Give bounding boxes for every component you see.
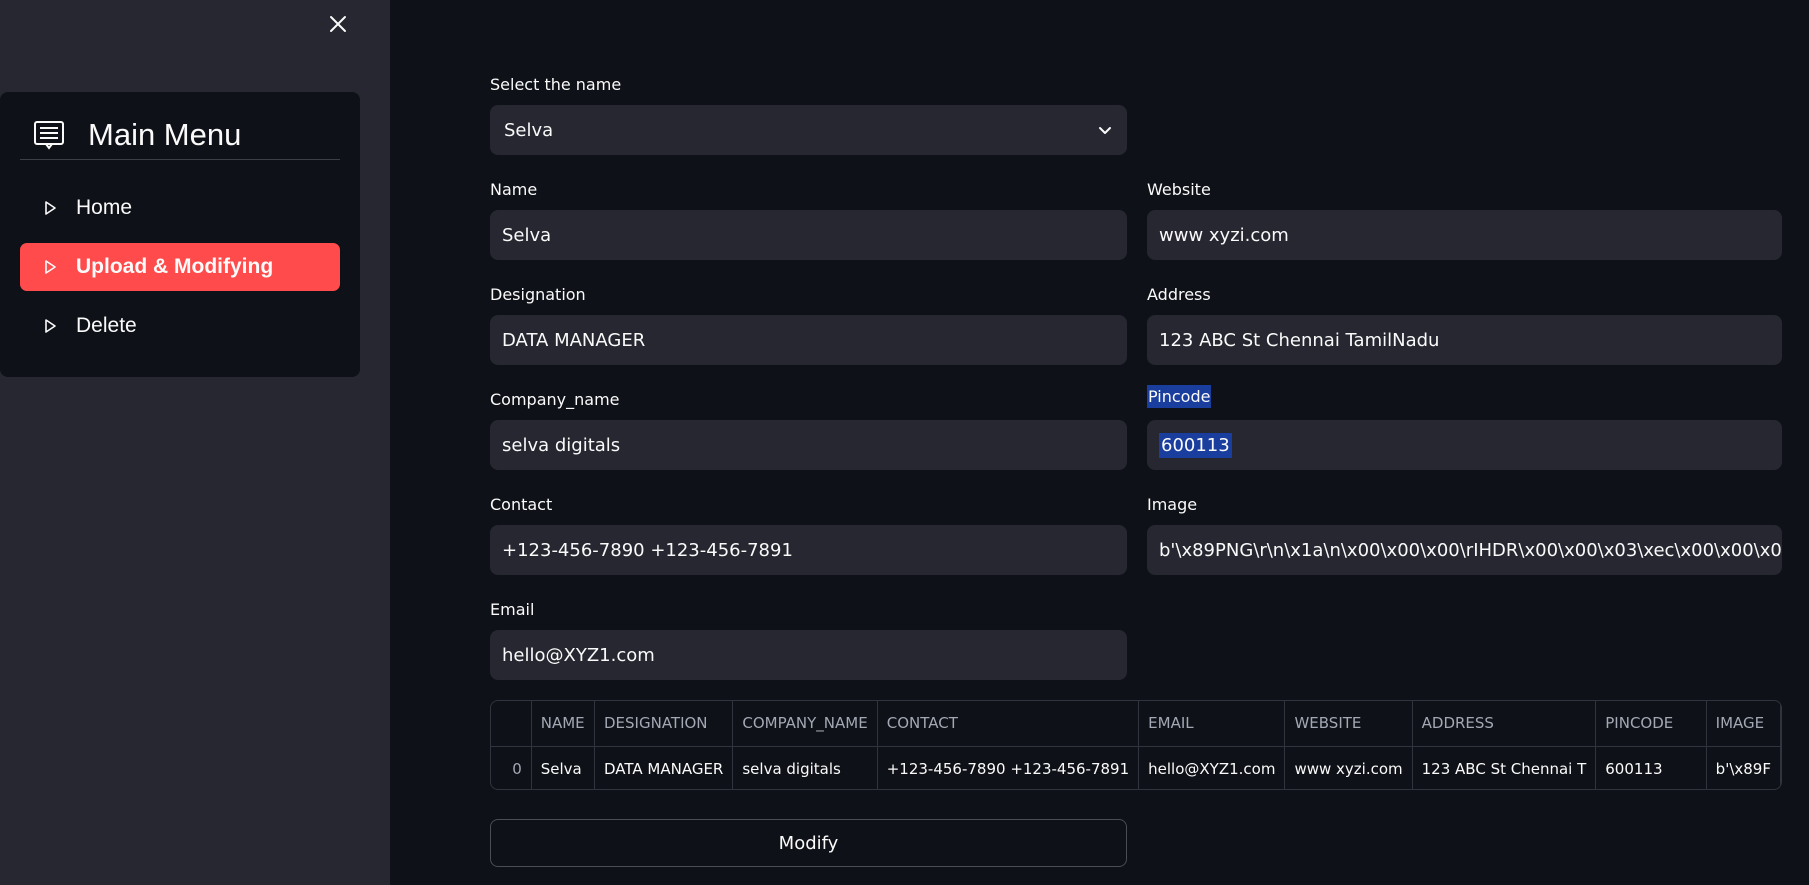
pincode-label-text: Pincode — [1147, 385, 1212, 408]
option-menu: Main Menu Home Upload & Modifying Delete — [0, 92, 360, 377]
data-table[interactable]: NAME DESIGNATION COMPANY_NAME CONTACT EM… — [490, 700, 1782, 790]
table-cell-index[interactable]: 0 — [491, 746, 532, 789]
table-cell[interactable]: Selva — [531, 746, 596, 789]
sidebar-item-label: Delete — [76, 314, 137, 337]
column-header[interactable] — [491, 701, 532, 747]
table-cell[interactable]: www xyzi.com — [1284, 746, 1413, 789]
column-header[interactable]: EMAIL — [1138, 701, 1286, 747]
designation-field[interactable]: DATA MANAGER — [490, 315, 1127, 365]
column-header[interactable]: PINCODE — [1595, 701, 1707, 747]
table-cell[interactable]: hello@XYZ1.com — [1138, 746, 1286, 789]
chevron-down-icon — [1099, 127, 1111, 134]
menu-title: Main Menu — [88, 116, 242, 152]
select-name-dropdown[interactable]: Selva — [490, 105, 1127, 155]
select-name-label: Select the name — [490, 75, 622, 94]
address-label: Address — [1147, 285, 1211, 304]
table-cell[interactable]: 123 ABC St Chennai T — [1412, 746, 1597, 789]
contact-label: Contact — [490, 495, 553, 514]
column-header[interactable]: DESIGNATION — [594, 701, 734, 747]
select-name-value: Selva — [504, 119, 554, 141]
play-icon — [45, 201, 56, 215]
sidebar-item-label: Upload & Modifying — [76, 255, 274, 278]
pincode-field[interactable]: 600113 — [1147, 420, 1782, 470]
pincode-label: Pincode — [1147, 385, 1212, 408]
close-sidebar-button[interactable] — [322, 8, 354, 40]
table-cell[interactable]: DATA MANAGER — [594, 746, 734, 789]
sidebar-item-home[interactable]: Home — [20, 184, 340, 232]
column-header[interactable]: ADDRESS — [1412, 701, 1597, 747]
column-header[interactable]: WEBSITE — [1284, 701, 1413, 747]
email-field[interactable]: hello@XYZ1.com — [490, 630, 1127, 680]
website-field[interactable]: www xyzi.com — [1147, 210, 1782, 260]
table-cell[interactable]: +123-456-7890 +123-456-7891 — [877, 746, 1140, 789]
image-field[interactable]: b'\x89PNG\r\n\x1a\n\x00\x00\x00\rIHDR\x0… — [1147, 525, 1782, 575]
email-label: Email — [490, 600, 535, 619]
image-label: Image — [1147, 495, 1198, 514]
company-name-label: Company_name — [490, 390, 620, 409]
sidebar: Main Menu Home Upload & Modifying Delete — [0, 0, 390, 885]
column-header[interactable]: COMPANY_NAME — [732, 701, 878, 747]
main-content: Select the name Selva Name Selva Designa… — [390, 0, 1809, 885]
address-field[interactable]: 123 ABC St Chennai TamilNadu — [1147, 315, 1782, 365]
pincode-value: 600113 — [1159, 432, 1232, 458]
column-header[interactable]: IMAGE — [1706, 701, 1781, 747]
sidebar-item-upload-modifying[interactable]: Upload & Modifying — [20, 243, 340, 291]
play-icon — [45, 260, 56, 274]
modify-button[interactable]: Modify — [490, 819, 1127, 867]
contact-field[interactable]: +123-456-7890 +123-456-7891 — [490, 525, 1127, 575]
company-name-field[interactable]: selva digitals — [490, 420, 1127, 470]
name-label: Name — [490, 180, 538, 199]
column-header[interactable]: CONTACT — [877, 701, 1140, 747]
sidebar-item-delete[interactable]: Delete — [20, 302, 340, 350]
table-cell[interactable]: b'\x89F — [1706, 746, 1781, 789]
table-row: 0 Selva DATA MANAGER selva digitals +123… — [491, 746, 1781, 789]
sidebar-item-label: Home — [76, 196, 133, 219]
website-label: Website — [1147, 180, 1211, 199]
close-icon — [330, 16, 346, 32]
menu-header: Main Menu — [20, 110, 340, 160]
designation-label: Designation — [490, 285, 586, 304]
name-field[interactable]: Selva — [490, 210, 1127, 260]
column-header[interactable]: NAME — [531, 701, 596, 747]
data-table-grid: NAME DESIGNATION COMPANY_NAME CONTACT EM… — [491, 701, 1781, 789]
table-cell[interactable]: 600113 — [1595, 746, 1707, 789]
menu-list-icon — [34, 120, 64, 150]
table-header-row: NAME DESIGNATION COMPANY_NAME CONTACT EM… — [491, 701, 1781, 747]
play-icon — [45, 319, 56, 333]
table-cell[interactable]: selva digitals — [732, 746, 878, 789]
